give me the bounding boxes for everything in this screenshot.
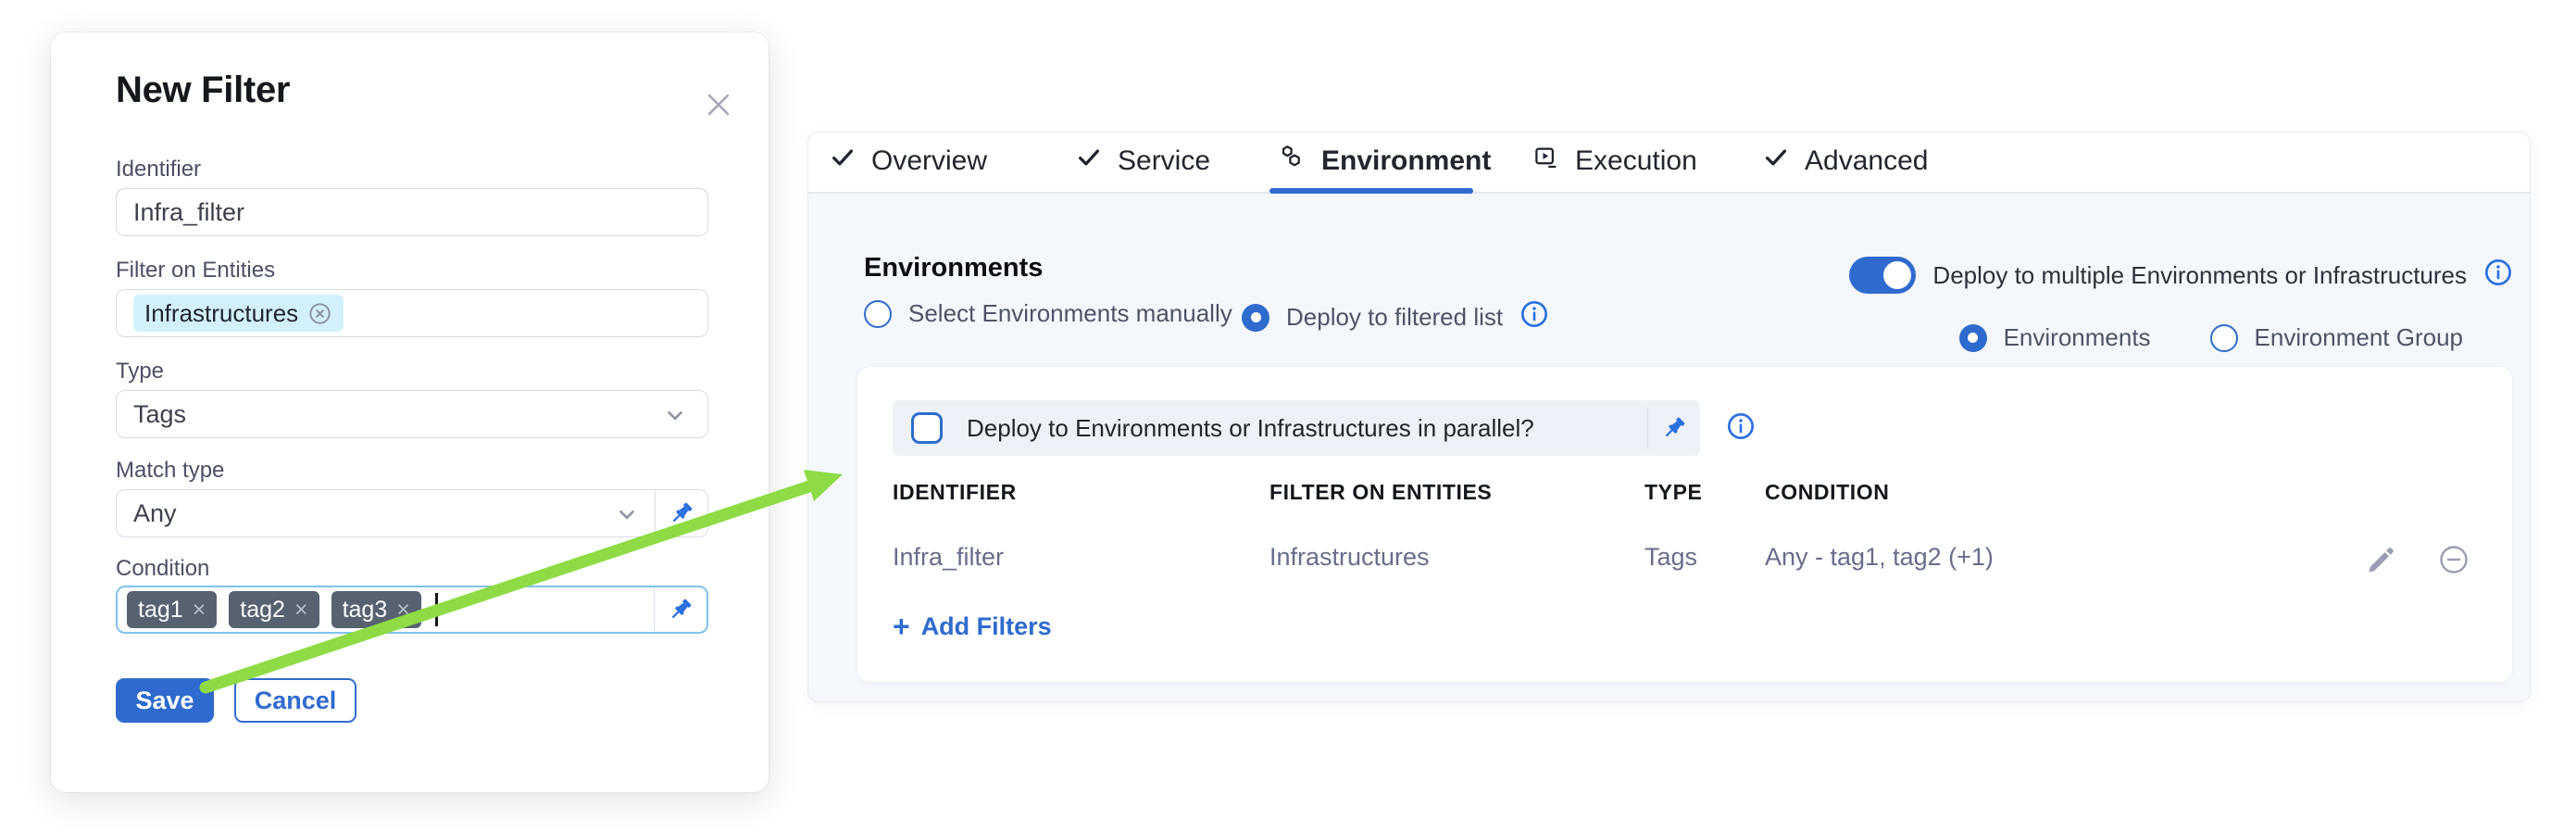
chevron-down-icon: [663, 403, 687, 434]
entities-input[interactable]: Infrastructures: [116, 289, 708, 337]
pin-icon[interactable]: [654, 587, 707, 632]
tag-label: tag1: [138, 597, 183, 624]
radio-label: Environment Group: [2255, 323, 2463, 352]
radio-select-manually[interactable]: Select Environments manually: [864, 299, 1232, 328]
type-value: Tags: [133, 400, 186, 429]
check-icon: [1762, 144, 1790, 179]
tab-label: Environment: [1321, 145, 1491, 177]
edit-pencil-icon[interactable]: [2365, 543, 2398, 581]
environments-heading: Environments: [864, 253, 1043, 284]
radio-deploy-filtered-list[interactable]: Deploy to filtered list: [1242, 299, 1549, 335]
condition-tag-chip[interactable]: tag1 ×: [127, 591, 217, 628]
condition-tag-chip[interactable]: tag3 ×: [331, 591, 421, 628]
info-icon[interactable]: [1726, 411, 1756, 446]
add-filters-label: Add Filters: [921, 612, 1052, 641]
checkbox-unchecked[interactable]: [911, 412, 943, 444]
tag-label: tag2: [240, 597, 285, 624]
tab-label: Advanced: [1805, 145, 1928, 177]
radio-icon[interactable]: [2210, 324, 2238, 352]
remove-tag-icon[interactable]: ×: [396, 599, 410, 622]
identifier-input[interactable]: Infra_filter: [116, 188, 708, 236]
environment-hexagons-icon: [1277, 143, 1307, 180]
identifier-value: Infra_filter: [133, 198, 244, 227]
remove-tag-icon[interactable]: ×: [193, 599, 206, 622]
match-type-label: Match type: [116, 458, 224, 484]
match-type-select[interactable]: Any: [116, 489, 708, 537]
plus-icon: +: [893, 611, 910, 641]
parallel-checkbox-label: Deploy to Environments or Infrastructure…: [967, 414, 1534, 443]
identifier-label: Identifier: [116, 157, 201, 183]
active-tab-underline: [1269, 188, 1473, 194]
radio-selected-icon[interactable]: [1242, 304, 1269, 332]
check-icon: [829, 144, 857, 179]
remove-minus-circle-icon[interactable]: [2437, 543, 2470, 581]
multi-env-toggle-row: Deploy to multiple Environments or Infra…: [1849, 257, 2513, 294]
tab-advanced[interactable]: Advanced: [1762, 132, 1928, 190]
radio-label: Select Environments manually: [908, 299, 1232, 328]
parallel-checkbox-bar: Deploy to Environments or Infrastructure…: [893, 400, 1700, 456]
stage-tabbar: Overview Service Environment Execution A…: [808, 132, 2530, 194]
col-header-type: TYPE: [1644, 480, 1702, 505]
bar-right: [1647, 400, 1701, 456]
row-condition: Any - tag1, tag2 (+1): [1765, 543, 1994, 572]
pin-icon[interactable]: [1648, 414, 1700, 442]
radio-selected-icon[interactable]: [1959, 324, 1987, 352]
condition-input[interactable]: tag1 × tag2 × tag3 ×: [116, 586, 708, 634]
entities-chip-label: Infrastructures: [144, 299, 298, 328]
tab-label: Overview: [871, 145, 987, 177]
info-icon[interactable]: [2483, 258, 2513, 294]
chevron-down-icon: [615, 502, 639, 533]
condition-tag-chip[interactable]: tag2 ×: [229, 591, 319, 628]
col-header-condition: CONDITION: [1765, 480, 1889, 505]
radio-icon[interactable]: [864, 300, 892, 328]
tab-environment[interactable]: Environment: [1277, 132, 1491, 190]
add-filters-button[interactable]: + Add Filters: [893, 611, 1052, 641]
remove-tag-icon[interactable]: ×: [294, 599, 308, 622]
tab-label: Service: [1118, 145, 1210, 177]
tab-overview[interactable]: Overview: [829, 132, 987, 190]
row-type: Tags: [1644, 543, 1697, 572]
type-label: Type: [116, 359, 164, 384]
tab-service[interactable]: Service: [1075, 132, 1210, 190]
execution-play-icon: [1532, 144, 1560, 179]
col-header-entities: FILTER ON ENTITIES: [1269, 480, 1492, 505]
filters-card: Deploy to Environments or Infrastructure…: [857, 367, 2512, 682]
circle-x-icon[interactable]: [307, 301, 332, 326]
cancel-button[interactable]: Cancel: [234, 678, 356, 723]
row-entities: Infrastructures: [1269, 543, 1430, 572]
condition-label: Condition: [116, 556, 209, 582]
toggle-label: Deploy to multiple Environments or Infra…: [1932, 261, 2467, 290]
type-select[interactable]: Tags: [116, 390, 708, 438]
toggle-on[interactable]: [1849, 257, 1916, 294]
col-header-identifier: IDENTIFIER: [893, 480, 1017, 505]
modal-title: New Filter: [116, 69, 290, 111]
new-filter-modal: New Filter Identifier Infra_filter Filte…: [51, 32, 769, 792]
radio-label: Deploy to filtered list: [1286, 303, 1503, 332]
entities-label: Filter on Entities: [116, 258, 275, 284]
radio-label: Environments: [2004, 323, 2151, 352]
pin-icon[interactable]: [655, 490, 707, 536]
info-icon[interactable]: [1519, 299, 1549, 335]
row-identifier: Infra_filter: [893, 543, 1004, 572]
screen: New Filter Identifier Infra_filter Filte…: [0, 0, 2576, 832]
env-or-group-radio-row: Environments Environment Group: [1959, 323, 2463, 352]
entities-chip[interactable]: Infrastructures: [133, 295, 344, 332]
tab-label: Execution: [1575, 145, 1697, 177]
tag-label: tag3: [343, 597, 388, 624]
close-icon[interactable]: [700, 86, 737, 123]
tab-execution[interactable]: Execution: [1532, 132, 1697, 190]
match-type-value: Any: [133, 499, 177, 528]
pipeline-stage-panel: Overview Service Environment Execution A…: [807, 132, 2531, 702]
text-cursor: [435, 593, 438, 626]
save-button[interactable]: Save: [116, 678, 214, 723]
check-icon: [1075, 144, 1103, 179]
